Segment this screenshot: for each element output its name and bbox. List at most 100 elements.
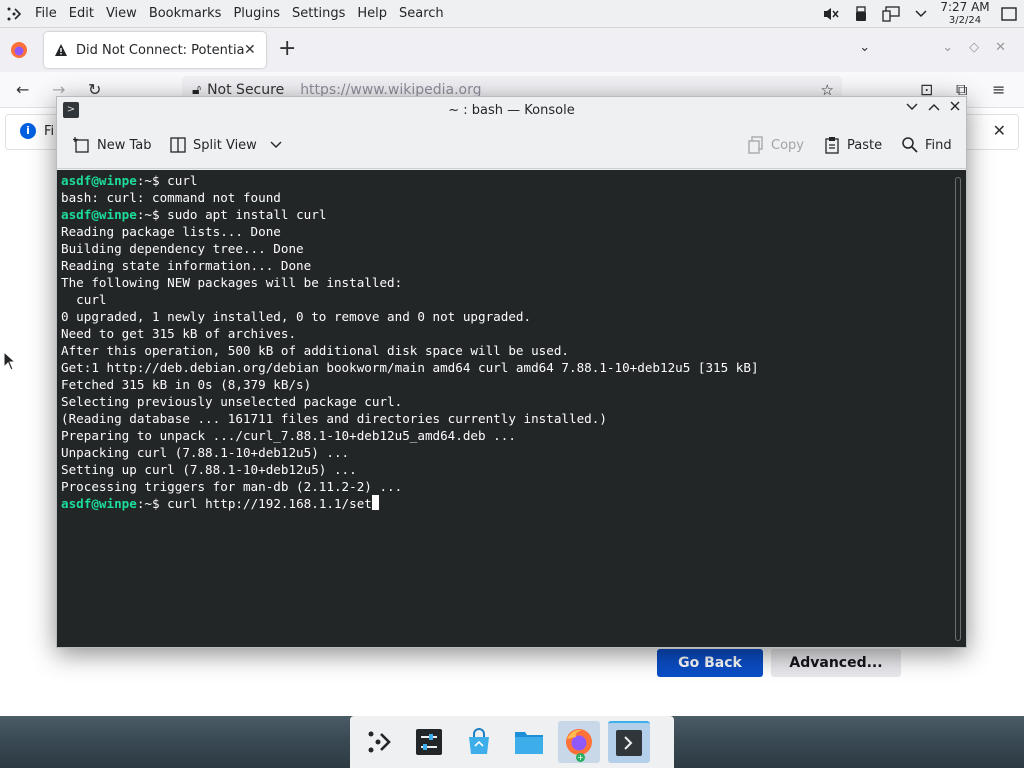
konsole-titlebar[interactable]: > ~ : bash — Konsole [57, 97, 966, 123]
top-panel: File Edit View Bookmarks Plugins Setting… [0, 0, 1024, 28]
terminal-prompt-suffix: :~$ [136, 173, 168, 188]
menu-view[interactable]: View [101, 0, 142, 28]
muted-volume-icon[interactable] [816, 0, 846, 28]
minimize-icon[interactable] [906, 100, 918, 115]
browser-tab[interactable]: Did Not Connect: Potential ✕ [44, 32, 266, 68]
terminal-input[interactable]: curl http://192.168.1.1/set [167, 496, 372, 511]
konsole-app-icon[interactable]: > [63, 102, 79, 118]
menu-bookmarks[interactable]: Bookmarks [144, 0, 227, 28]
close-tab-icon[interactable]: ✕ [244, 42, 256, 58]
terminal-prompt: asdf@winpe [61, 207, 137, 222]
paste-button[interactable]: Paste [823, 136, 882, 154]
new-tab-button[interactable]: New Tab [73, 136, 152, 154]
firefox-icon[interactable]: + [558, 721, 600, 763]
terminal-prompt-suffix: :~$ [136, 496, 168, 511]
menu-search[interactable]: Search [394, 0, 449, 28]
terminal-cursor [371, 495, 379, 510]
list-tabs-icon[interactable]: ⌄ [859, 40, 870, 55]
terminal-line: Preparing to unpack .../curl_7.88.1-10+d… [61, 427, 962, 444]
usb-icon[interactable] [846, 0, 876, 28]
kde-launcher-icon[interactable] [0, 0, 28, 28]
firefox-tabbar: Did Not Connect: Potential ✕ + ⌄ ⌄ ◇ ✕ [0, 28, 1024, 72]
terminal-output[interactable]: asdf@winpe:~$ curl bash: curl: command no… [57, 170, 966, 647]
terminal-line: Setting up curl (7.88.1-10+deb12u5) ... [61, 461, 962, 478]
terminal-line-text: After this operation, 500 kB of addition… [61, 343, 569, 358]
terminal-scrollbar[interactable] [955, 177, 961, 641]
terminal-line: asdf@winpe:~$ sudo apt install curl [61, 206, 962, 223]
close-icon[interactable] [950, 100, 960, 115]
maximize-icon[interactable]: ◇ [969, 40, 979, 55]
terminal-line: asdf@winpe:~$ curl [61, 172, 962, 189]
terminal-line: Get:1 http://deb.debian.org/debian bookw… [61, 359, 962, 376]
paste-icon [825, 137, 839, 154]
terminal-line: Processing triggers for man-db (2.11.2-2… [61, 478, 962, 495]
menu-plugins[interactable]: Plugins [228, 0, 285, 28]
network-icon[interactable] [876, 0, 906, 28]
system-tray: 7:27 AM 3/2/24 [816, 0, 1024, 28]
new-tab-icon [73, 137, 89, 153]
chevron-down-icon[interactable] [906, 0, 936, 28]
discover-store-icon[interactable] [458, 721, 500, 763]
firefox-icon[interactable] [10, 41, 28, 59]
terminal-line-text: Setting up curl (7.88.1-10+deb12u5) ... [61, 462, 357, 477]
terminal-line: Reading state information... Done [61, 257, 962, 274]
maximize-icon[interactable] [928, 100, 940, 115]
menu-help[interactable]: Help [352, 0, 392, 28]
copy-button[interactable]: Copy [747, 136, 804, 154]
terminal-line-text: Reading state information... Done [61, 258, 312, 273]
chevron-down-icon [270, 141, 282, 148]
find-button[interactable]: Find [901, 136, 952, 154]
advanced-button[interactable]: Advanced... [771, 649, 901, 677]
hamburger-menu-icon[interactable]: ≡ [992, 80, 1005, 99]
konsole-window: > ~ : bash — Konsole New Tab Split View [56, 96, 967, 648]
menu-edit[interactable]: Edit [64, 0, 99, 28]
terminal-prompt-suffix: :~$ [136, 207, 168, 222]
clock[interactable]: 7:27 AM 3/2/24 [936, 1, 994, 27]
split-view-button[interactable]: Split View [169, 136, 283, 154]
new-tab-button[interactable]: + [278, 38, 296, 60]
terminal-line-text: Preparing to unpack .../curl_7.88.1-10+d… [61, 428, 516, 443]
terminal-line-text: Unpacking curl (7.88.1-10+deb12u5) ... [61, 445, 350, 460]
copy-label: Copy [771, 137, 804, 153]
terminal-line-text: Processing triggers for man-db (2.11.2-2… [61, 479, 403, 494]
copy-icon [748, 136, 763, 154]
konsole-icon[interactable] [608, 721, 650, 763]
close-window-icon[interactable]: ✕ [995, 40, 1006, 55]
go-back-button[interactable]: Go Back [657, 649, 763, 677]
minimize-icon[interactable]: ⌄ [942, 40, 953, 55]
info-icon: i [20, 123, 36, 139]
terminal-line-text: Selecting previously unselected package … [61, 394, 403, 409]
terminal-current-line[interactable]: asdf@winpe:~$ curl http://192.168.1.1/se… [61, 495, 962, 512]
menu-settings[interactable]: Settings [287, 0, 350, 28]
terminal-line: Selecting previously unselected package … [61, 393, 962, 410]
terminal-line: Reading package lists... Done [61, 223, 962, 240]
terminal-line: (Reading database ... 161711 files and d… [61, 410, 962, 427]
dolphin-files-icon[interactable] [508, 721, 550, 763]
back-icon[interactable]: ← [16, 80, 29, 99]
show-desktop-icon[interactable] [994, 0, 1024, 28]
terminal-line-text: bash: curl: command not found [61, 190, 281, 205]
task-manager: + [350, 716, 674, 768]
menu-file[interactable]: File [30, 0, 62, 28]
search-icon [902, 137, 918, 153]
tab-title: Did Not Connect: Potential [76, 42, 244, 58]
terminal-line-text: sudo apt install curl [167, 207, 327, 222]
terminal-line: 0 upgraded, 1 newly installed, 0 to remo… [61, 308, 962, 325]
close-notification-icon[interactable]: ✕ [993, 121, 1006, 140]
terminal-line-text: curl [167, 173, 198, 188]
terminal-line: Building dependency tree... Done [61, 240, 962, 257]
system-settings-icon[interactable] [408, 721, 450, 763]
terminal-line: After this operation, 500 kB of addition… [61, 342, 962, 359]
warning-icon [55, 44, 67, 56]
terminal-line-text: (Reading database ... 161711 files and d… [61, 411, 607, 426]
mouse-cursor-icon [3, 351, 15, 371]
tab-controls: ⌄ ⌄ ◇ ✕ [859, 40, 1006, 55]
plus-badge-icon: + [576, 753, 585, 762]
terminal-line: bash: curl: command not found [61, 189, 962, 206]
clock-date: 3/2/24 [948, 15, 982, 26]
terminal-line-text: curl [61, 292, 107, 307]
split-view-icon [170, 137, 186, 153]
window-title: ~ : bash — Konsole [448, 102, 575, 118]
application-launcher-icon[interactable] [358, 721, 400, 763]
terminal-line-text: Building dependency tree... Done [61, 241, 304, 256]
